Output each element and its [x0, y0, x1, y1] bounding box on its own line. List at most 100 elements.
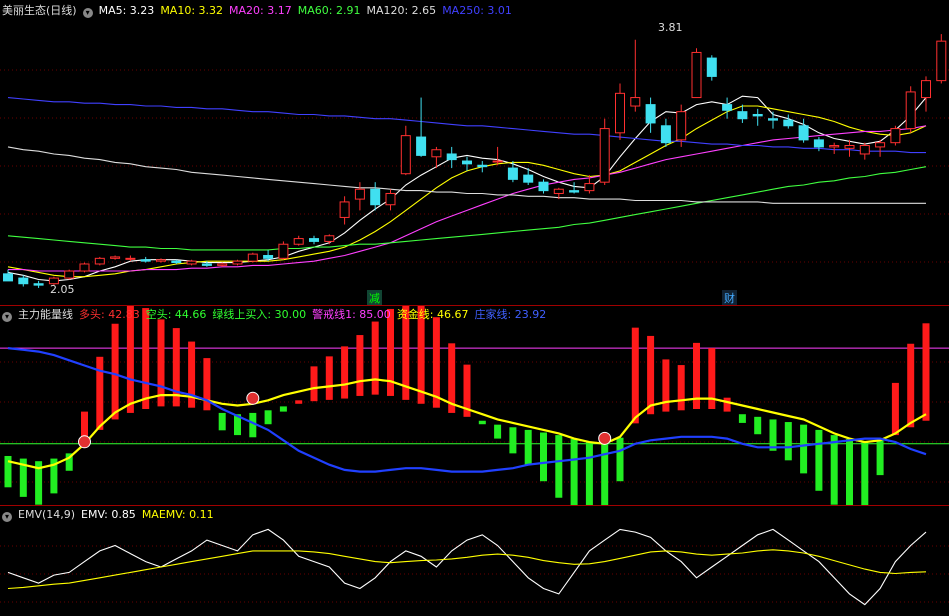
candle-body [462, 160, 472, 165]
candle-body [263, 255, 274, 259]
ma-legend-item: MA120: 2.65 [366, 4, 437, 17]
long-bar [723, 397, 731, 412]
long-bar [111, 323, 119, 420]
short-bar [800, 424, 808, 474]
candle-body [645, 104, 656, 124]
emv-legend-item: MAEMV: 0.11 [141, 508, 214, 521]
panel-menu-icon[interactable]: ▾ [2, 312, 12, 322]
event-marker-cai[interactable]: 财 [722, 290, 737, 306]
short-bar [754, 416, 762, 435]
candle-body [33, 283, 44, 286]
candle-body [507, 167, 518, 180]
candle-body [722, 104, 733, 111]
candle-body [446, 153, 457, 161]
stock-name: 美丽生态(日线) [2, 4, 77, 17]
long-bar [677, 365, 685, 411]
long-bar [341, 346, 349, 399]
panel-menu-icon[interactable]: ▾ [82, 8, 93, 18]
long-bar [922, 323, 930, 421]
candle-body [737, 111, 748, 120]
candle-body [400, 135, 411, 175]
long-bar [356, 335, 364, 396]
candle-body [247, 253, 258, 262]
candle-body [630, 97, 641, 107]
long-bar [96, 356, 104, 430]
long-bar [647, 335, 655, 415]
short-bar [218, 412, 226, 431]
short-bar [769, 419, 777, 451]
candle-body [783, 119, 794, 127]
energy-legend-item: 绿线上买入: 30.00 [212, 308, 307, 321]
candle-body [278, 243, 289, 259]
long-bar [310, 366, 318, 402]
ma-legend-item: MA60: 2.91 [297, 4, 361, 17]
candle-body [752, 113, 763, 117]
ma-legend-item: MA10: 3.32 [160, 4, 224, 17]
candle-body [660, 125, 671, 144]
candle-body [339, 201, 350, 218]
short-bar [494, 424, 502, 439]
energy-panel-header: ▾ 主力能量线 多头: 42.83 空头: 44.66 绿线上买入: 30.00 警戒线1… [2, 307, 558, 323]
high-price-label: 3.81 [658, 21, 683, 34]
ma-legend-item: MA250: 3.01 [442, 4, 512, 17]
long-bar [662, 359, 670, 412]
price-chart [0, 34, 949, 288]
candle-body [859, 145, 870, 155]
short-bar [738, 414, 746, 423]
candle-body [324, 235, 335, 242]
long-bar [295, 400, 303, 404]
short-bar [279, 406, 287, 412]
candle-body [844, 145, 855, 149]
maemv-line [7, 549, 927, 590]
short-bar [570, 439, 578, 505]
candle-body [553, 188, 564, 194]
ma-line-ma60 [7, 166, 927, 251]
candle-body [64, 270, 75, 279]
short-bar [555, 435, 563, 498]
candle-body [569, 190, 580, 193]
short-bar [585, 441, 593, 505]
long-bar [891, 382, 899, 436]
candle-body [125, 257, 136, 260]
candle-body [768, 118, 778, 121]
candle-body [370, 188, 381, 206]
candle-body [3, 273, 13, 282]
short-bar [830, 435, 838, 505]
low-price-label: 2.05 [50, 283, 75, 296]
short-bar [478, 420, 486, 425]
candle-body [798, 125, 809, 141]
long-bar [631, 327, 639, 424]
emv-panel-header: ▾ EMV(14,9) EMV: 0.85 MAEMV: 0.11 [2, 507, 226, 523]
candle-body [94, 257, 105, 265]
candle-body [676, 111, 687, 141]
candle-body [416, 136, 427, 156]
panel-menu-icon[interactable]: ▾ [2, 512, 12, 522]
candle-body [79, 263, 90, 272]
candle-body [706, 57, 717, 77]
ma-line-ma10 [7, 105, 927, 278]
event-marker-jian[interactable]: 减 [367, 290, 382, 306]
candle-body [431, 149, 442, 158]
long-bar [142, 308, 150, 409]
candle-body [140, 259, 151, 262]
candle-body [309, 238, 319, 242]
short-bar [264, 410, 272, 425]
long-bar [371, 321, 379, 395]
energy-legend-item: 多头: 42.83 [79, 308, 140, 321]
short-bar [540, 432, 547, 482]
short-bar [509, 427, 517, 454]
signal-dot [78, 435, 91, 449]
ma-legend: MA5: 3.23 MA10: 3.32 MA20: 3.17 MA60: 2.91 M… [99, 4, 518, 17]
ma-legend-item: MA20: 3.17 [229, 4, 292, 17]
long-bar [432, 317, 440, 408]
energy-title: 主力能量线 [18, 308, 73, 321]
candle-body [354, 188, 365, 200]
short-bar [861, 441, 869, 505]
short-bar [616, 437, 624, 482]
candle-body [905, 91, 916, 130]
short-bar [846, 439, 853, 505]
candle-body [829, 145, 840, 148]
energy-chart [0, 306, 949, 505]
short-bar [815, 429, 823, 491]
energy-legend-item: 资金线: 46.67 [396, 308, 469, 321]
